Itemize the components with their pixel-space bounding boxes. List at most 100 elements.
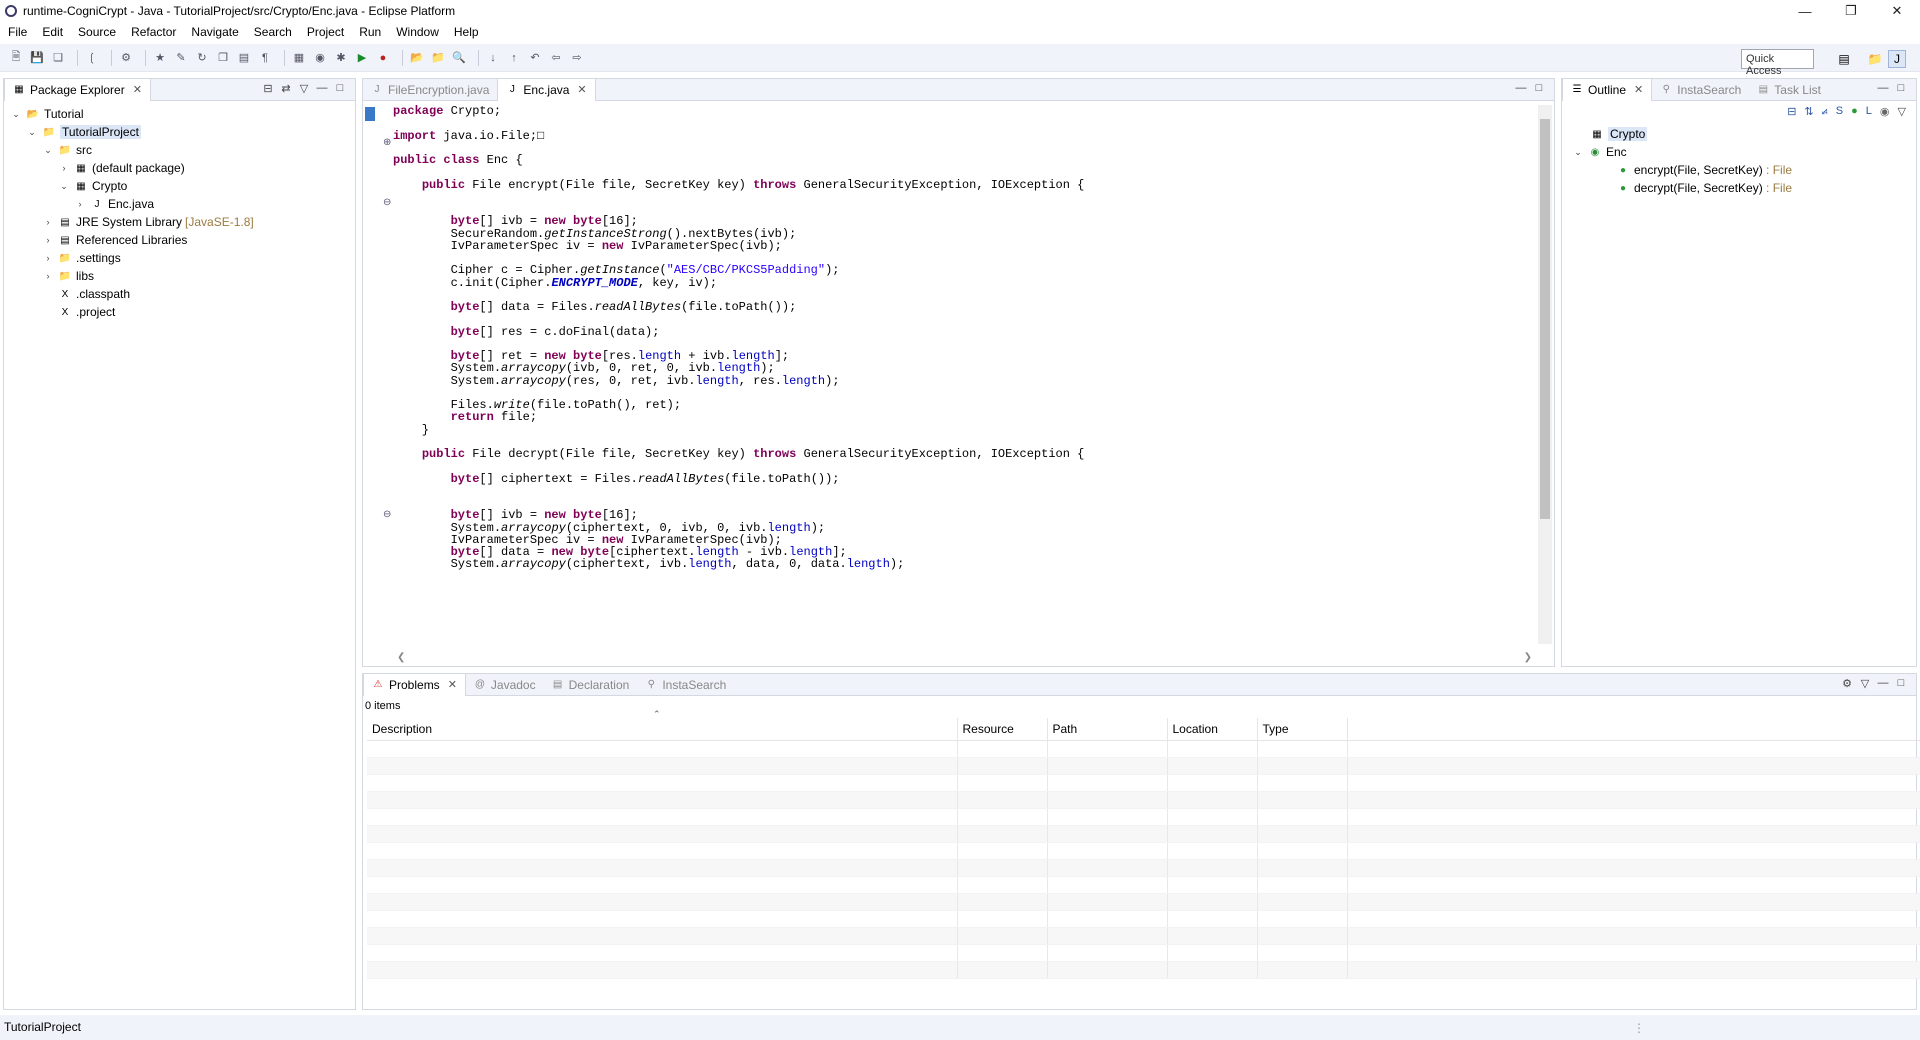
tab-instasearch-bottom[interactable]: ⚲ InstaSearch <box>637 674 734 696</box>
sort-icon[interactable]: ⇅ <box>1804 105 1813 118</box>
menu-project[interactable]: Project <box>307 25 344 39</box>
external-tools-icon[interactable]: ● <box>375 50 391 66</box>
expanded-arrow-icon[interactable]: ⌄ <box>10 109 22 120</box>
back-icon[interactable]: ⇦ <box>548 50 564 66</box>
tab-package-explorer[interactable]: ▦ Package Explorer ✕ <box>4 78 151 101</box>
tree-item[interactable]: ⌄ ▦ Crypto <box>4 177 355 195</box>
tab-declaration[interactable]: ▤ Declaration <box>544 674 638 696</box>
outline-item[interactable]: ⌄ ◉ Enc <box>1562 143 1916 161</box>
hide-local-types-icon[interactable]: L <box>1866 105 1872 117</box>
tree-item[interactable]: X .project <box>4 303 355 321</box>
expand-icon[interactable]: ⊕ <box>383 137 391 148</box>
previous-annotation-icon[interactable]: ↑ <box>506 50 522 66</box>
collapsed-arrow-icon[interactable]: › <box>42 217 54 227</box>
open-type-icon[interactable]: 📂 <box>409 50 425 66</box>
view-menu-icon[interactable]: ▽ <box>295 82 313 95</box>
cognicrypt-icon[interactable]: ⚙ <box>118 50 134 66</box>
debug-icon[interactable]: ✱ <box>333 50 349 66</box>
maximize-icon[interactable]: □ <box>1892 82 1910 94</box>
menu-navigate[interactable]: Navigate <box>191 25 238 39</box>
minimize-icon[interactable]: — <box>313 82 331 95</box>
column-header-location[interactable]: Location <box>1167 718 1258 741</box>
view-menu-icon[interactable]: ▽ <box>1898 105 1906 118</box>
code-editor[interactable]: package Crypto; import java.io.File;□ pu… <box>393 105 1532 646</box>
column-header-description[interactable]: Description <box>367 718 958 741</box>
menu-file[interactable]: File <box>8 25 27 39</box>
forward-icon[interactable]: ⇨ <box>569 50 585 66</box>
menu-edit[interactable]: Edit <box>42 25 63 39</box>
skip-breakpoints-icon[interactable]: ❲ <box>84 50 100 66</box>
close-icon[interactable]: ✕ <box>577 83 586 96</box>
tree-item[interactable]: › ▤ Referenced Libraries <box>4 231 355 249</box>
save-all-icon[interactable]: ❏ <box>50 50 66 66</box>
minimize-button[interactable]: — <box>1782 0 1828 22</box>
collapsed-arrow-icon[interactable]: › <box>74 199 86 209</box>
collapse-icon[interactable]: ⊖ <box>383 509 391 520</box>
copy-icon[interactable]: ❐ <box>215 50 231 66</box>
outline-item[interactable]: ● encrypt(File, SecretKey) : File <box>1562 161 1916 179</box>
next-annotation-icon[interactable]: ↓ <box>485 50 501 66</box>
collapse-icon[interactable]: ⊖ <box>383 197 391 208</box>
tree-item[interactable]: ⌄ 📁 TutorialProject <box>4 123 355 141</box>
wizard-icon[interactable]: ★ <box>152 50 168 66</box>
tree-item[interactable]: › J Enc.java <box>4 195 355 213</box>
expanded-arrow-icon[interactable]: ⌄ <box>26 127 38 138</box>
menu-run[interactable]: Run <box>359 25 381 39</box>
tab-task-list[interactable]: ▤ Task List <box>1749 79 1829 101</box>
tab-instasearch[interactable]: ⚲ InstaSearch <box>1652 79 1749 101</box>
close-icon[interactable]: ✕ <box>133 83 142 96</box>
editor-vertical-scrollbar[interactable] <box>1538 105 1552 644</box>
run-icon[interactable]: ▶ <box>354 50 370 66</box>
tab-problems[interactable]: ⚠ Problems ✕ <box>363 673 466 696</box>
hide-non-public-icon[interactable]: ● <box>1851 105 1858 117</box>
open-perspective-icon[interactable]: ▤ <box>1835 50 1853 68</box>
resource-perspective-icon[interactable]: 📁 <box>1866 50 1884 68</box>
focus-icon[interactable]: ◉ <box>1880 105 1890 118</box>
edit-icon[interactable]: ✎ <box>173 50 189 66</box>
collapsed-arrow-icon[interactable]: › <box>42 253 54 263</box>
maximize-icon[interactable]: □ <box>1530 82 1548 94</box>
editor-gutter[interactable]: ⊕ ⊖ ⊖ <box>363 103 391 646</box>
link-with-editor-icon[interactable]: ⇄ <box>277 82 295 95</box>
collapsed-arrow-icon[interactable]: › <box>58 163 70 173</box>
close-button[interactable]: ✕ <box>1874 0 1920 22</box>
quick-access-field[interactable]: Quick Access <box>1741 49 1814 77</box>
refresh-icon[interactable]: ↻ <box>194 50 210 66</box>
minimize-icon[interactable]: — <box>1874 82 1892 94</box>
menu-search[interactable]: Search <box>254 25 292 39</box>
new-class-icon[interactable]: ◉ <box>312 50 328 66</box>
scroll-right-icon[interactable]: ❯ <box>1524 652 1532 663</box>
collapse-all-icon[interactable]: ⊟ <box>1787 105 1796 118</box>
tree-item[interactable]: › ▤ JRE System Library [JavaSE-1.8] <box>4 213 355 231</box>
expanded-arrow-icon[interactable]: ⌄ <box>42 145 54 156</box>
tab-javadoc[interactable]: @ Javadoc <box>466 674 544 696</box>
open-task-icon[interactable]: 📁 <box>430 50 446 66</box>
scrollbar-thumb[interactable] <box>1540 119 1550 519</box>
new-icon[interactable]: 🗎 <box>8 50 24 66</box>
tab-outline[interactable]: ☰ Outline ✕ <box>1562 78 1653 101</box>
save-icon[interactable]: 💾 <box>29 50 45 66</box>
hide-static-icon[interactable]: S <box>1836 105 1843 117</box>
tree-item[interactable]: › ▦ (default package) <box>4 159 355 177</box>
restore-button[interactable]: ❐ <box>1828 0 1874 22</box>
hide-fields-icon[interactable]: ⦯ <box>1822 105 1828 118</box>
outline-item[interactable]: ▦ Crypto <box>1562 125 1916 143</box>
column-header-type[interactable]: Type <box>1257 718 1348 741</box>
view-menu-icon[interactable]: ▽ <box>1856 677 1874 690</box>
outline-item[interactable]: ● decrypt(File, SecretKey) : File <box>1562 179 1916 197</box>
menu-source[interactable]: Source <box>78 25 116 39</box>
tree-item[interactable]: ⌄ 📁 src <box>4 141 355 159</box>
maximize-icon[interactable]: □ <box>1892 677 1910 690</box>
minimize-icon[interactable]: — <box>1874 677 1892 690</box>
menu-window[interactable]: Window <box>396 25 439 39</box>
close-icon[interactable]: ✕ <box>1634 83 1643 96</box>
collapse-all-icon[interactable]: ⊟ <box>259 82 277 95</box>
tree-item[interactable]: › 📁 .settings <box>4 249 355 267</box>
expanded-arrow-icon[interactable]: ⌄ <box>1572 147 1584 158</box>
minimize-icon[interactable]: — <box>1512 82 1530 94</box>
close-icon[interactable]: ✕ <box>448 678 457 691</box>
editor-horizontal-scrollbar[interactable]: ❮ ❯ <box>393 650 1536 664</box>
scroll-left-icon[interactable]: ❮ <box>397 652 405 663</box>
tree-item[interactable]: X .classpath <box>4 285 355 303</box>
search-icon[interactable]: 🔍 <box>451 50 467 66</box>
